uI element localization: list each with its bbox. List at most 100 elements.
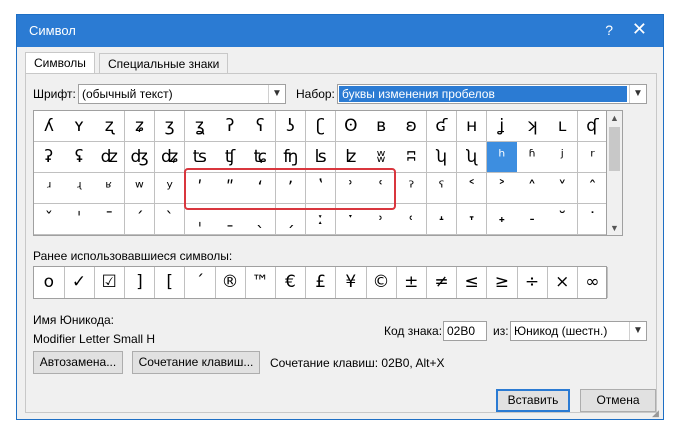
shortcut-key-button[interactable]: Сочетание клавиш...	[132, 351, 260, 374]
symbol-cell[interactable]: ʝ	[487, 111, 518, 142]
recent-symbol-cell[interactable]: ∞	[578, 267, 609, 298]
symbol-cell[interactable]: ʖ	[275, 111, 307, 142]
symbol-cell[interactable]: ʱ	[517, 142, 548, 173]
symbol-cell[interactable]: ʙ	[366, 111, 397, 142]
symbol-cell[interactable]: ˆ	[577, 173, 606, 204]
recent-symbol-cell[interactable]: [	[155, 267, 186, 298]
symbol-cell[interactable]: ʣ	[94, 142, 126, 173]
symbol-cell[interactable]: ˋ	[154, 204, 186, 235]
symbol-cell[interactable]: ˅	[547, 173, 579, 204]
symbol-cell[interactable]: ʳ	[577, 142, 606, 173]
symbol-cell[interactable]: ʢ	[64, 142, 95, 173]
font-select[interactable]: (обычный текст) ▼	[78, 84, 286, 104]
recent-symbol-cell[interactable]: ≥	[487, 267, 518, 298]
symbol-cell[interactable]: ˁ	[426, 173, 458, 204]
symbol-cell[interactable]: ʞ	[517, 111, 548, 142]
recent-symbols[interactable]: ο ✓ ☑][´ ® ™ € £ ¥ © ± ≠ ≤ ≥ ÷ × ∞	[33, 266, 609, 299]
symbol-cell[interactable]: ʷ	[124, 173, 156, 204]
symbol-cell[interactable]: ʜ	[456, 111, 488, 142]
code-input[interactable]: 02B0	[443, 321, 487, 341]
scroll-down-icon[interactable]: ▼	[607, 221, 622, 235]
symbol-cell[interactable]: ʡ	[34, 142, 65, 173]
symbol-cell[interactable]: ʓ	[185, 111, 216, 142]
symbol-cell[interactable]: ʭ	[396, 142, 428, 173]
symbol-cell[interactable]: ʤ	[124, 142, 156, 173]
symbol-cell[interactable]: ʑ	[124, 111, 156, 142]
grid-scrollbar[interactable]: ▲ ▼	[607, 110, 623, 236]
chevron-down-icon[interactable]: ▼	[629, 85, 646, 103]
resize-grip-icon[interactable]: ◢	[652, 408, 662, 418]
recent-symbol-cell[interactable]: €	[276, 267, 307, 298]
encoding-select[interactable]: Юникод (шестн.) ▼	[510, 321, 647, 341]
recent-symbol-cell[interactable]: ™	[245, 267, 277, 298]
chevron-down-icon[interactable]: ▼	[268, 85, 285, 103]
symbol-cell[interactable]: ˂	[456, 173, 488, 204]
tab-special-characters[interactable]: Специальные знаки	[99, 53, 229, 73]
encoding-value: Юникод (шестн.)	[514, 324, 608, 338]
symbol-cell[interactable]: ʗ	[305, 111, 337, 142]
symbol-cell[interactable]: ʥ	[154, 142, 186, 173]
recent-symbol-cell[interactable]: ¥	[336, 267, 367, 298]
recent-symbol-cell[interactable]: ±	[396, 267, 428, 298]
recent-symbol-cell[interactable]: ÷	[517, 267, 548, 298]
tab-symbols[interactable]: Символы	[25, 52, 95, 74]
scroll-thumb[interactable]	[609, 127, 620, 171]
recent-symbol-cell[interactable]: ´	[185, 267, 216, 298]
symbol-cell[interactable]: ʲ	[547, 142, 579, 173]
symbol-cell[interactable]: ˈ	[64, 204, 95, 235]
symbol-cell[interactable]: ˕	[456, 204, 488, 235]
symbol-cell[interactable]: ʸ	[154, 173, 186, 204]
symbol-cell[interactable]: ˇ	[34, 204, 65, 235]
symbol-cell[interactable]: ʔ	[215, 111, 246, 142]
title-bar[interactable]: Символ ? ✕	[17, 15, 663, 47]
insert-button[interactable]: Вставить	[496, 389, 570, 412]
symbol-cell[interactable]: ʘ	[336, 111, 367, 142]
symbol-cell[interactable]: ʠ	[577, 111, 606, 142]
symbol-cell[interactable]: ʚ	[396, 111, 428, 142]
highlight-box	[184, 168, 396, 210]
symbol-cell[interactable]: ˊ	[124, 204, 156, 235]
recent-symbol-cell[interactable]: ]	[125, 267, 156, 298]
symbol-cell[interactable]: ʛ	[426, 111, 458, 142]
recent-symbol-cell[interactable]: ≠	[427, 267, 458, 298]
recent-symbol-cell[interactable]: ≤	[457, 267, 488, 298]
symbol-cell[interactable]: ʴ	[34, 173, 65, 204]
symbol-cell[interactable]: ˘	[547, 204, 579, 235]
recent-symbol-cell[interactable]: ☑	[94, 267, 126, 298]
subset-value: буквы изменения пробелов	[339, 86, 627, 102]
autocorrect-button[interactable]: Автозамена...	[33, 351, 123, 374]
symbol-cell[interactable]: ˙	[577, 204, 606, 235]
recent-symbol-cell[interactable]: ×	[547, 267, 579, 298]
symbol-cell[interactable]: ʐ	[94, 111, 126, 142]
symbol-cell[interactable]: ˀ	[396, 173, 428, 204]
symbol-cell[interactable]: ˉ	[94, 204, 126, 235]
symbol-cell[interactable]: ʮ	[426, 142, 458, 173]
subset-select[interactable]: буквы изменения пробелов ▼	[337, 84, 647, 104]
symbol-cell[interactable]: ʟ	[547, 111, 579, 142]
symbol-cell[interactable]: ʕ	[245, 111, 277, 142]
recent-symbol-cell[interactable]: ο	[34, 267, 65, 298]
symbol-cell[interactable]: ˗	[517, 204, 548, 235]
symbol-cell[interactable]: ˖	[487, 204, 518, 235]
chevron-down-icon[interactable]: ▼	[629, 322, 646, 340]
recent-symbol-cell[interactable]: ✓	[64, 267, 95, 298]
symbol-cell[interactable]: ʎ	[34, 111, 65, 142]
symbol-cell[interactable]: ʶ	[94, 173, 126, 204]
close-button[interactable]: ✕	[632, 20, 647, 38]
recent-symbol-cell[interactable]: ©	[366, 267, 397, 298]
help-button[interactable]: ?	[605, 22, 613, 38]
cancel-button[interactable]: Отмена	[580, 389, 656, 412]
symbol-cell[interactable]: ʒ	[154, 111, 186, 142]
code-label: Код знака:	[384, 324, 443, 338]
symbol-cell[interactable]: ˔	[426, 204, 458, 235]
recent-symbol-cell[interactable]: ®	[215, 267, 246, 298]
recent-symbol-cell[interactable]: £	[306, 267, 337, 298]
scroll-up-icon[interactable]: ▲	[607, 111, 622, 125]
symbol-cell[interactable]: ʏ	[64, 111, 95, 142]
symbol-cell[interactable]: ʵ	[64, 173, 95, 204]
symbol-cell[interactable]: ˃	[487, 173, 518, 204]
symbol-cell[interactable]: ˄	[517, 173, 548, 204]
symbol-cell[interactable]: ʯ	[456, 142, 488, 173]
symbol-cell[interactable]: ʰ	[487, 142, 518, 173]
symbol-cell[interactable]: ˓	[396, 204, 428, 235]
